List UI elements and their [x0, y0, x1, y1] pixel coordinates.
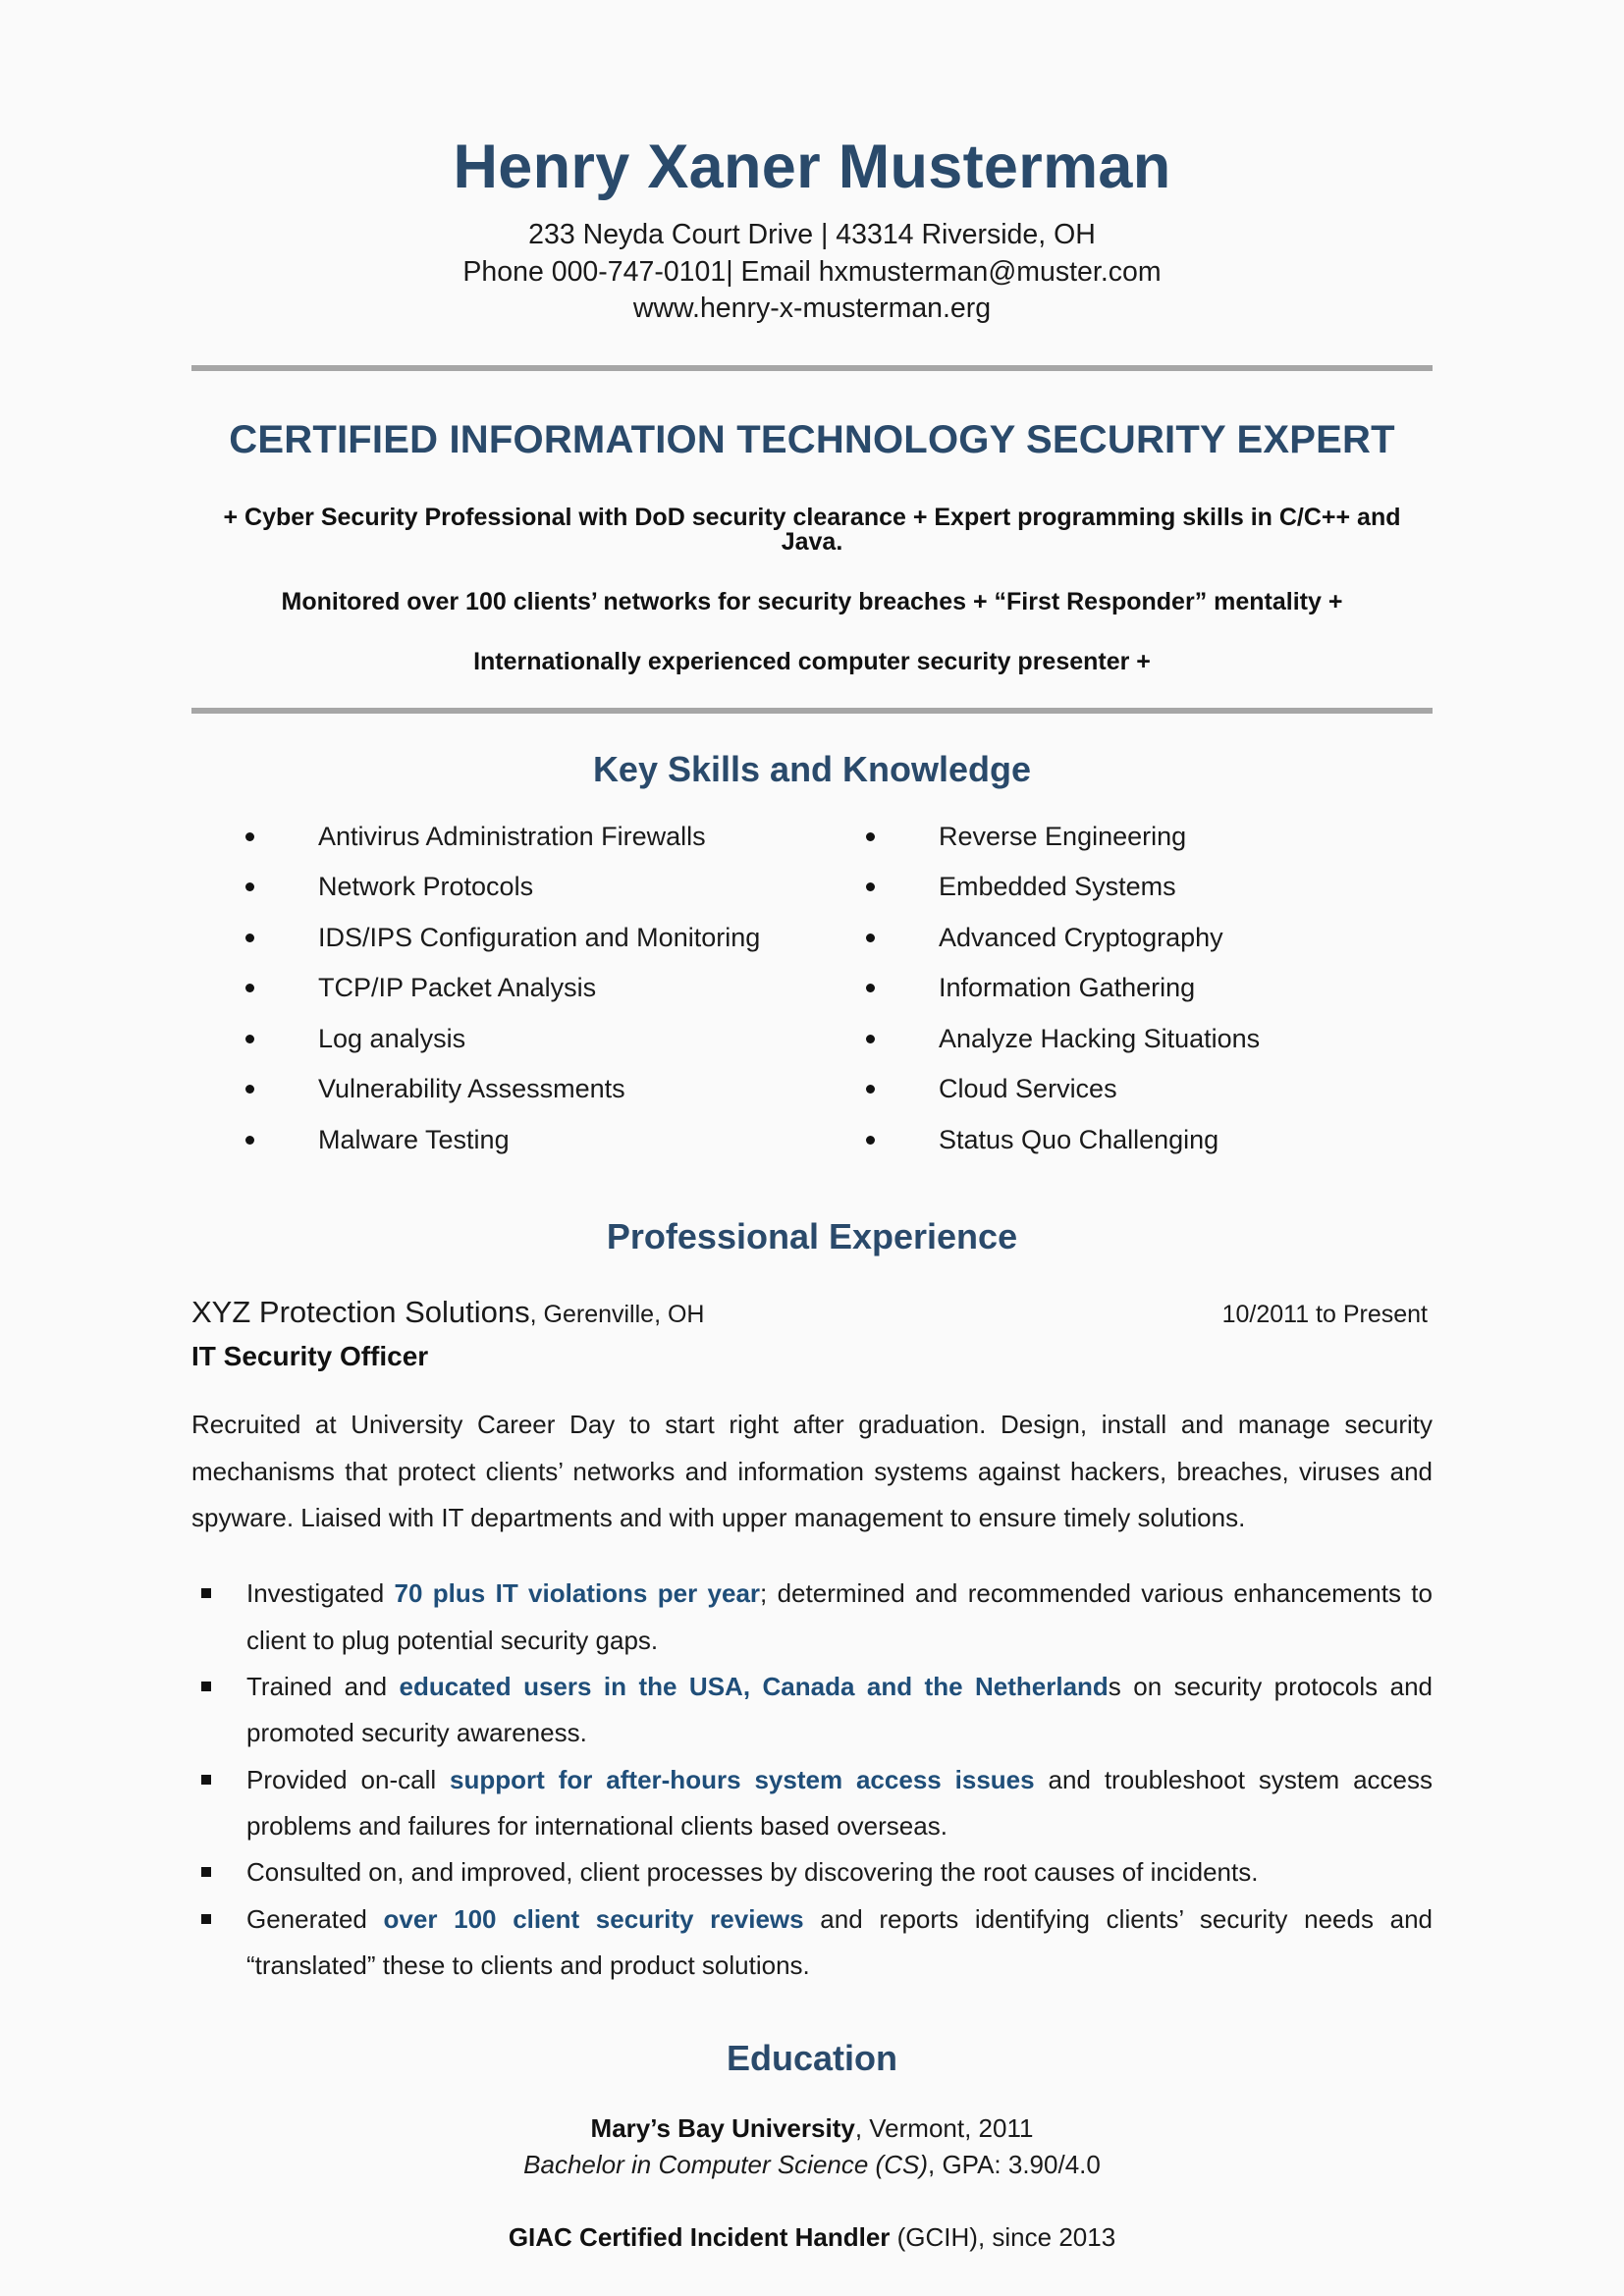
contact-website: www.henry-x-musterman.erg	[632, 293, 992, 325]
skill-label: Malware Testing	[318, 1124, 510, 1154]
skill-label: Reverse Engineering	[939, 821, 1187, 851]
skill-label: Analyze Hacking Situations	[939, 1023, 1261, 1053]
resume-page: Henry Xaner Musterman 233 Neyda Court Dr…	[0, 0, 1624, 2296]
list-item: Advanced Cryptography	[866, 922, 1433, 952]
contact-address: 233 Neyda Court Drive | 43314 Riverside,…	[528, 219, 1096, 251]
bullet-dot-icon	[866, 831, 875, 841]
divider-summary	[191, 707, 1433, 714]
list-item: Generated over 100 client security revie…	[191, 1896, 1433, 1990]
bullet-dot-icon	[866, 1085, 875, 1095]
education-degree: Bachelor in Computer Science (CS), GPA: …	[191, 2147, 1433, 2183]
bullet-dot-icon	[866, 1135, 875, 1145]
school-name: Mary’s Bay University	[590, 2113, 855, 2144]
degree-name: Bachelor in Computer Science (CS)	[523, 2150, 928, 2180]
job-header-row: XYZ Protection Solutions, Gerenville, OH…	[191, 1295, 1433, 1330]
bullet-dot-icon	[866, 933, 875, 942]
list-item: Investigated 70 plus IT violations per y…	[191, 1571, 1433, 1664]
skill-label: IDS/IPS Configuration and Monitoring	[318, 922, 761, 952]
professional-headline: CERTIFIED INFORMATION TECHNOLOGY SECURIT…	[229, 417, 1395, 461]
list-item: Provided on-call support for after-hours…	[191, 1757, 1433, 1850]
summary-line: + Cyber Security Professional with DoD s…	[223, 503, 1401, 556]
bullet-square-icon	[201, 1867, 211, 1878]
bullet-pre: Trained and	[246, 1672, 400, 1702]
degree-gpa: , GPA: 3.90/4.0	[928, 2150, 1101, 2180]
job-title: IT Security Officer	[191, 1341, 429, 1372]
job-bullets: Investigated 70 plus IT violations per y…	[191, 1571, 1433, 1989]
bullet-pre: Investigated	[246, 1578, 395, 1609]
section-heading-education: Education	[726, 2038, 897, 2079]
list-item: IDS/IPS Configuration and Monitoring	[245, 922, 812, 952]
skill-label: Information Gathering	[939, 973, 1196, 1003]
list-item: Malware Testing	[245, 1124, 812, 1154]
skill-label: Cloud Services	[939, 1074, 1117, 1104]
bullet-highlight: over 100 client security reviews	[383, 1903, 804, 1934]
bullet-square-icon	[201, 1913, 211, 1924]
bullet-square-icon	[201, 1588, 211, 1599]
bullet-dot-icon	[245, 933, 254, 942]
skills-columns: Antivirus Administration Firewalls Netwo…	[191, 821, 1433, 1178]
list-item: Trained and educated users in the USA, C…	[191, 1664, 1433, 1757]
list-item: Reverse Engineering	[866, 821, 1433, 851]
skills-column-left: Antivirus Administration Firewalls Netwo…	[191, 821, 812, 1178]
list-item: Analyze Hacking Situations	[866, 1023, 1433, 1053]
bullet-pre: Consulted on, and improved, client proce…	[246, 1857, 1259, 1888]
contact-phone-email: Phone 000-747-0101| Email hxmusterman@mu…	[462, 255, 1162, 288]
school-location-year: , Vermont, 2011	[854, 2113, 1034, 2144]
list-item: Log analysis	[245, 1023, 812, 1053]
bullet-pre: Provided on-call	[246, 1764, 451, 1794]
bullet-pre: Generated	[246, 1903, 384, 1934]
divider-top	[191, 364, 1433, 371]
skill-label: Network Protocols	[318, 872, 534, 902]
certification-detail: (GCIH), since 2013	[890, 2222, 1116, 2253]
company-name: XYZ Protection Solutions	[191, 1295, 530, 1330]
list-item: Embedded Systems	[866, 874, 1433, 900]
list-item: Network Protocols	[245, 874, 812, 900]
job-employer: XYZ Protection Solutions, Gerenville, OH	[191, 1295, 704, 1330]
list-item: Consulted on, and improved, client proce…	[191, 1849, 1433, 1896]
list-item: Vulnerability Assessments	[245, 1076, 812, 1102]
bullet-dot-icon	[245, 831, 254, 841]
bullet-square-icon	[201, 1682, 211, 1692]
list-item: Cloud Services	[866, 1076, 1433, 1102]
bullet-square-icon	[201, 1774, 211, 1785]
skill-label: Log analysis	[318, 1023, 466, 1053]
list-item: Antivirus Administration Firewalls	[245, 821, 812, 851]
bullet-dot-icon	[866, 1034, 875, 1043]
education-certification: GIAC Certified Incident Handler (GCIH), …	[191, 2222, 1433, 2253]
summary-line: Monitored over 100 clients’ networks for…	[281, 587, 1343, 615]
skill-label: Antivirus Administration Firewalls	[318, 821, 706, 851]
section-heading-skills: Key Skills and Knowledge	[592, 748, 1032, 789]
education-block: Mary’s Bay University, Vermont, 2011 Bac…	[191, 2110, 1433, 2253]
bullet-dot-icon	[245, 1085, 254, 1095]
skill-label: Embedded Systems	[939, 872, 1176, 902]
skill-label: Status Quo Challenging	[939, 1124, 1219, 1154]
bullet-highlight: 70 plus IT violations per year	[394, 1578, 761, 1609]
section-heading-experience: Professional Experience	[606, 1216, 1018, 1257]
company-location: , Gerenville, OH	[529, 1301, 705, 1329]
bullet-dot-icon	[866, 984, 875, 993]
job-description: Recruited at University Career Day to st…	[191, 1410, 1433, 1533]
list-item: Status Quo Challenging	[866, 1124, 1433, 1154]
skill-label: Advanced Cryptography	[939, 922, 1223, 952]
bullet-highlight: educated users in the USA, Canada and th…	[399, 1672, 1109, 1702]
page-title: Henry Xaner Musterman	[453, 133, 1171, 201]
skill-label: TCP/IP Packet Analysis	[318, 973, 597, 1003]
job-dates: 10/2011 to Present	[1221, 1301, 1428, 1329]
bullet-dot-icon	[245, 984, 254, 993]
summary-line: Internationally experienced computer sec…	[473, 647, 1151, 675]
education-school: Mary’s Bay University, Vermont, 2011	[191, 2110, 1433, 2147]
bullet-dot-icon	[245, 1034, 254, 1043]
resume-content: Henry Xaner Musterman 233 Neyda Court Dr…	[191, 0, 1433, 2253]
bullet-dot-icon	[245, 882, 254, 892]
summary-block: + Cyber Security Professional with DoD s…	[191, 503, 1433, 675]
certification-name: GIAC Certified Incident Handler	[508, 2222, 891, 2253]
list-item: Information Gathering	[866, 975, 1433, 1001]
bullet-dot-icon	[866, 882, 875, 892]
skill-label: Vulnerability Assessments	[318, 1074, 625, 1104]
bullet-dot-icon	[245, 1135, 254, 1145]
bullet-highlight: support for after-hours system access is…	[450, 1764, 1035, 1794]
skills-column-right: Reverse Engineering Embedded Systems Adv…	[812, 821, 1433, 1178]
list-item: TCP/IP Packet Analysis	[245, 975, 812, 1001]
